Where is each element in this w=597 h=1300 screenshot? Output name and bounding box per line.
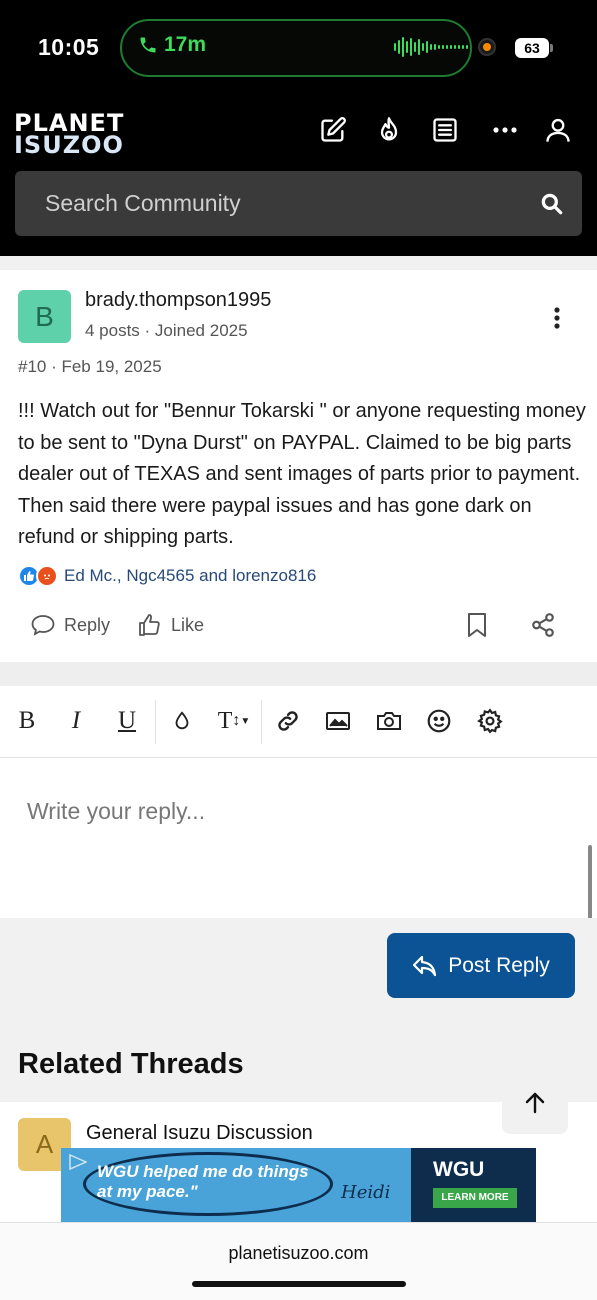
reply-textarea[interactable]: Write your reply... <box>0 758 597 918</box>
underline-icon[interactable]: U <box>112 706 142 736</box>
scroll-to-top-button[interactable] <box>502 1072 568 1134</box>
ad-headline: WGU helped me do things at my pace." <box>97 1162 309 1201</box>
search-input[interactable]: Search Community <box>45 190 241 217</box>
text-color-icon[interactable] <box>167 706 197 736</box>
italic-icon[interactable]: I <box>61 706 91 736</box>
status-time: 10:05 <box>38 34 100 60</box>
camera-indicator-icon <box>478 38 496 56</box>
editor-toolbar: B I U T ↕ ▼ <box>0 686 597 758</box>
related-threads-title: Related Threads <box>18 1048 244 1080</box>
call-indicator[interactable]: 17m <box>138 33 206 57</box>
battery-indicator: 63 <box>515 38 553 58</box>
ad-signature: Heidi <box>341 1182 391 1203</box>
url-domain[interactable]: planetisuzoo.com <box>0 1243 597 1264</box>
browser-address-bar[interactable]: planetisuzoo.com <box>0 1222 597 1300</box>
post-username[interactable]: brady.thompson1995 <box>85 289 271 312</box>
thumbs-up-icon <box>139 614 160 636</box>
app-header: 10:05 17m 63 PLANET ISUZOO Search Commun… <box>0 0 597 256</box>
user-meta: 4 posts · Joined 2025 <box>85 321 248 340</box>
call-duration: 17m <box>164 33 207 56</box>
reply-bubble-icon <box>31 615 55 636</box>
user-icon[interactable] <box>541 113 575 147</box>
ad-right-panel: WGU LEARN MORE <box>411 1148 536 1222</box>
image-icon[interactable] <box>323 706 353 736</box>
font-size-icon[interactable]: T ↕ ▼ <box>212 706 256 736</box>
section-divider <box>0 256 597 270</box>
post-options-icon[interactable] <box>547 306 567 330</box>
ad-learn-more-button[interactable]: LEARN MORE <box>433 1188 517 1208</box>
ad-banner[interactable]: WGU helped me do things at my pace." Hei… <box>61 1148 536 1222</box>
bookmark-icon <box>468 613 486 637</box>
search-bar[interactable]: Search Community <box>15 171 582 236</box>
more-icon[interactable] <box>488 113 522 147</box>
arrow-up-icon <box>525 1092 545 1114</box>
share-icon <box>532 613 554 637</box>
list-icon[interactable] <box>428 113 462 147</box>
site-logo[interactable]: PLANET ISUZOO <box>14 111 169 159</box>
home-indicator[interactable] <box>192 1281 406 1287</box>
bookmark-button[interactable] <box>466 610 488 640</box>
like-button[interactable]: Like <box>137 610 204 640</box>
logo-line2: ISUZOO <box>14 131 124 159</box>
section-divider-2 <box>0 662 597 686</box>
link-icon[interactable] <box>273 706 303 736</box>
camera-icon[interactable] <box>374 706 404 736</box>
reactions-summary[interactable]: Ed Mc., Ngc4565 and lorenzo816 <box>18 565 316 587</box>
reply-arrow-icon <box>413 955 437 976</box>
emoji-icon[interactable] <box>424 706 454 736</box>
post-reply-label: Post Reply <box>448 953 550 977</box>
angry-reaction-icon <box>36 565 58 587</box>
phone-icon <box>140 37 156 53</box>
post-reply-button[interactable]: Post Reply <box>387 933 575 998</box>
audio-wave-icon <box>394 37 468 57</box>
search-icon[interactable] <box>539 191 565 217</box>
settings-icon[interactable] <box>475 706 505 736</box>
post-body: !!! Watch out for "Bennur Tokarski " or … <box>18 400 586 548</box>
reply-button[interactable]: Reply <box>30 610 110 640</box>
post-meta[interactable]: #10 · Feb 19, 2025 <box>18 357 162 377</box>
avatar[interactable]: B <box>18 290 71 343</box>
ad-brand: WGU <box>433 1158 485 1181</box>
share-button[interactable] <box>530 610 556 640</box>
reaction-users[interactable]: Ed Mc., Ngc4565 and lorenzo816 <box>64 566 316 586</box>
ad-choices-icon[interactable] <box>69 1154 87 1170</box>
reply-label: Reply <box>64 614 111 635</box>
compose-icon[interactable] <box>316 113 350 147</box>
thread-title[interactable]: General Isuzu Discussion <box>86 1122 313 1145</box>
reply-placeholder: Write your reply... <box>27 798 206 824</box>
bold-icon[interactable]: B <box>12 706 42 736</box>
like-label: Like <box>171 614 205 635</box>
trending-icon[interactable] <box>372 113 406 147</box>
